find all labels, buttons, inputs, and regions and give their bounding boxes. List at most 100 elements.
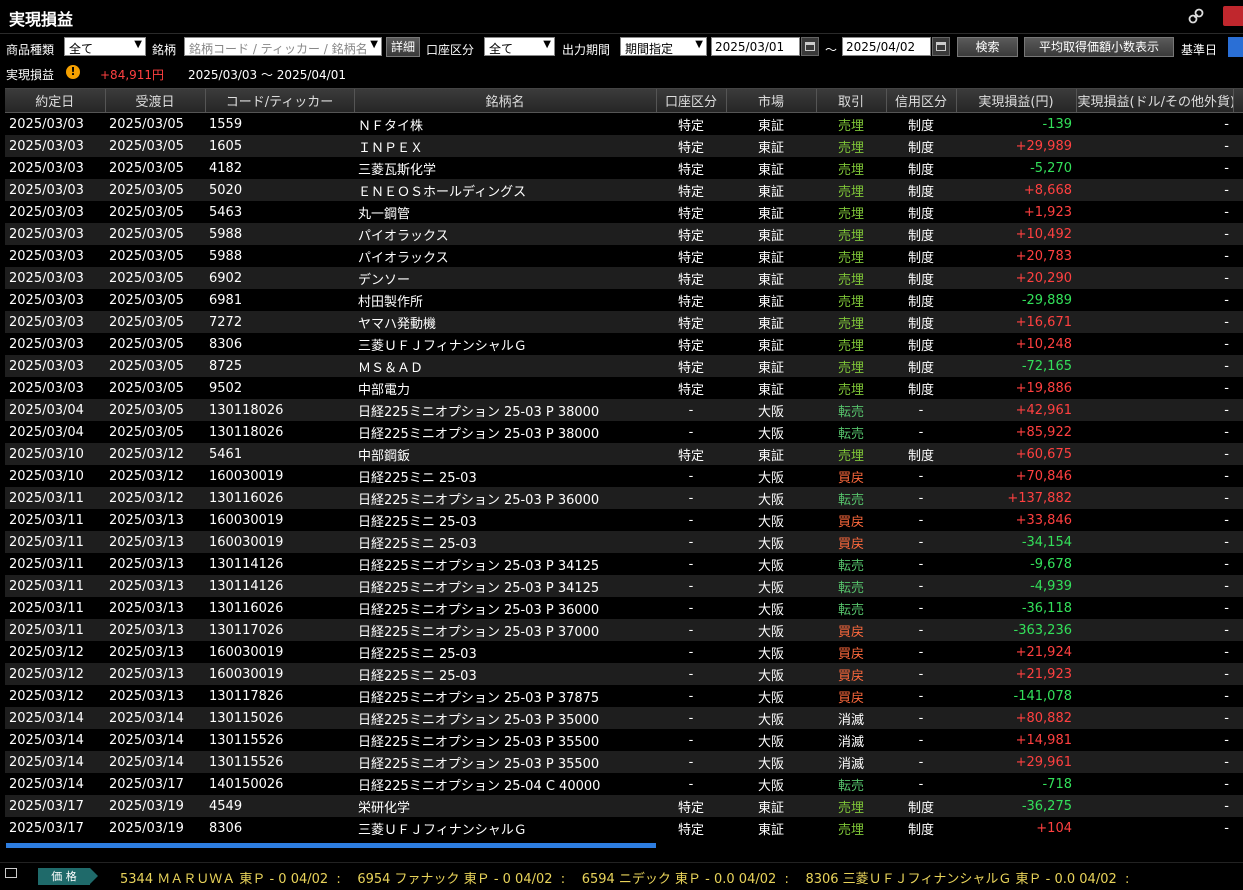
- table-row[interactable]: 2025/03/03 2025/03/05 6981 村田製作所 特定 東証 売埋 制度 -29…: [5, 289, 1243, 311]
- window-icon[interactable]: [5, 868, 17, 878]
- table-row[interactable]: 2025/03/03 2025/03/05 7272 ヤマハ発動機 特定 東証 売埋 制度 +1…: [5, 311, 1243, 333]
- account-type-cell: 特定: [656, 245, 726, 267]
- account-type-cell: -: [656, 531, 726, 553]
- date-from-input[interactable]: 2025/03/01: [711, 37, 800, 56]
- column-header[interactable]: 実現損益(円): [956, 89, 1077, 113]
- column-header[interactable]: 口座区分: [656, 89, 727, 113]
- date-range-tilde: ～: [825, 43, 838, 57]
- table-row[interactable]: 2025/03/12 2025/03/13 160030019 日経225ミニ 25-…: [5, 641, 1243, 663]
- table-row[interactable]: 2025/03/03 2025/03/05 5988 パイオラックス 特定 東証 売埋 制度 +…: [5, 245, 1243, 267]
- detail-button[interactable]: 詳細: [386, 37, 420, 57]
- settle-date-cell: 2025/03/05: [105, 245, 205, 267]
- table-row[interactable]: 2025/03/10 2025/03/12 160030019 日経225ミニ 25-…: [5, 465, 1243, 487]
- trade-type-cell: 消滅: [816, 707, 886, 729]
- table-row[interactable]: 2025/03/11 2025/03/13 160030019 日経225ミニ 25-…: [5, 531, 1243, 553]
- table-row[interactable]: 2025/03/11 2025/03/12 130116026 日経225ミニオプショ…: [5, 487, 1243, 509]
- search-button[interactable]: 検索: [957, 37, 1018, 57]
- period-select[interactable]: 期間指定 ▼: [620, 37, 707, 56]
- column-header[interactable]: 受渡日: [105, 89, 206, 113]
- table-row[interactable]: 2025/03/03 2025/03/05 4182 三菱瓦斯化学 特定 東証 売埋 制度 -5…: [5, 157, 1243, 179]
- horizontal-scrollbar[interactable]: [6, 843, 656, 848]
- realized-pl-fx-cell: -: [1076, 112, 1233, 135]
- table-row[interactable]: 2025/03/11 2025/03/13 160030019 日経225ミニ 25-…: [5, 509, 1243, 531]
- table-row[interactable]: 2025/03/03 2025/03/05 1559 ＮＦタイ株 特定 東証 売埋 制度 -13…: [5, 112, 1243, 135]
- calendar-icon[interactable]: [932, 37, 950, 56]
- warning-icon[interactable]: !: [66, 65, 80, 79]
- unit-cell: [1233, 355, 1243, 377]
- table-row[interactable]: 2025/03/11 2025/03/13 130116026 日経225ミニオプショ…: [5, 597, 1243, 619]
- code-cell: 130116026: [205, 597, 354, 619]
- column-header[interactable]: コード/ティッカー: [205, 89, 355, 113]
- table-row[interactable]: 2025/03/03 2025/03/05 5463 丸一鋼管 特定 東証 売埋 制度 +1,9…: [5, 201, 1243, 223]
- column-header[interactable]: 約定日: [5, 89, 106, 113]
- table-row[interactable]: 2025/03/03 2025/03/05 8306 三菱ＵＦＪフィナンシャルＧ 特定東…: [5, 333, 1243, 355]
- column-header[interactable]: 実現損益(ドル/その他外貨): [1076, 89, 1234, 113]
- table-row[interactable]: 2025/03/14 2025/03/14 130115526 日経225ミニオプショ…: [5, 729, 1243, 751]
- table-row[interactable]: 2025/03/04 2025/03/05 130118026 日経225ミニオプショ…: [5, 399, 1243, 421]
- code-cell: 130118026: [205, 399, 354, 421]
- date-to-input[interactable]: 2025/04/02: [842, 37, 931, 56]
- product-type-select[interactable]: 全て ▼: [64, 37, 146, 56]
- table-row[interactable]: 2025/03/12 2025/03/13 160030019 日経225ミニ 25-…: [5, 663, 1243, 685]
- table-row[interactable]: 2025/03/03 2025/03/05 9502 中部電力 特定 東証 売埋 制度 +19,…: [5, 377, 1243, 399]
- base-date-toggle[interactable]: [1228, 37, 1243, 57]
- unit-cell: [1233, 575, 1243, 597]
- column-header[interactable]: 取引: [816, 89, 887, 113]
- trade-type-cell: 買戻: [816, 465, 886, 487]
- issue-name-cell: パイオラックス: [354, 245, 656, 267]
- issue-name-cell: 三菱ＵＦＪフィナンシャルＧ: [354, 333, 656, 355]
- realized-pl-fx-cell: -: [1076, 333, 1233, 355]
- table-row[interactable]: 2025/03/17 2025/03/19 4549 栄研化学 特定 東証 売埋 制度 -36,…: [5, 795, 1243, 817]
- trade-type-cell: 売埋: [816, 289, 886, 311]
- settle-date-cell: 2025/03/13: [105, 619, 205, 641]
- table-row[interactable]: 2025/03/03 2025/03/05 6902 デンソー 特定 東証 売埋 制度 +20,…: [5, 267, 1243, 289]
- trade-type-cell: 買戻: [816, 685, 886, 707]
- issue-search-input[interactable]: 銘柄コード / ティッカー / 銘柄名 ▼: [184, 37, 382, 56]
- realized-pl-fx-cell: -: [1076, 201, 1233, 223]
- table-row[interactable]: 2025/03/11 2025/03/13 130117026 日経225ミニオプショ…: [5, 619, 1243, 641]
- column-header[interactable]: 信用区分: [886, 89, 957, 113]
- table-row[interactable]: 2025/03/11 2025/03/13 130114126 日経225ミニオプショ…: [5, 553, 1243, 575]
- table-row[interactable]: 2025/03/14 2025/03/17 140150026 日経225ミニオプショ…: [5, 773, 1243, 795]
- column-header[interactable]: 単: [1233, 89, 1243, 113]
- calendar-icon[interactable]: [801, 37, 819, 56]
- table-row[interactable]: 2025/03/11 2025/03/13 130114126 日経225ミニオプショ…: [5, 575, 1243, 597]
- trade-type-cell: 売埋: [816, 157, 886, 179]
- table-row[interactable]: 2025/03/14 2025/03/14 130115526 日経225ミニオプショ…: [5, 751, 1243, 773]
- account-type-cell: 特定: [656, 443, 726, 465]
- credit-type-cell: -: [886, 465, 956, 487]
- close-button[interactable]: [1223, 6, 1243, 26]
- table-row[interactable]: 2025/03/03 2025/03/05 5020 ＥＮＥＯＳホールディングス 特定東…: [5, 179, 1243, 201]
- account-select[interactable]: 全て ▼: [484, 37, 555, 56]
- table-row[interactable]: 2025/03/03 2025/03/05 5988 パイオラックス 特定 東証 売埋 制度 +…: [5, 223, 1243, 245]
- account-type-cell: -: [656, 751, 726, 773]
- account-type-cell: -: [656, 421, 726, 443]
- table-row[interactable]: 2025/03/04 2025/03/05 130118026 日経225ミニオプショ…: [5, 421, 1243, 443]
- column-header[interactable]: 市場: [726, 89, 817, 113]
- unit-cell: [1233, 399, 1243, 421]
- table-row[interactable]: 2025/03/03 2025/03/05 1605 ＩＮＰＥＸ 特定 東証 売埋 制度 +29…: [5, 135, 1243, 157]
- trade-date-cell: 2025/03/12: [5, 663, 105, 685]
- trade-date-cell: 2025/03/11: [5, 575, 105, 597]
- realized-pl-fx-cell: -: [1076, 575, 1233, 597]
- table-row[interactable]: 2025/03/14 2025/03/14 130115026 日経225ミニオプショ…: [5, 707, 1243, 729]
- market-cell: 大阪: [726, 553, 816, 575]
- realized-pl-yen-cell: +10,492: [956, 223, 1076, 245]
- settle-date-cell: 2025/03/05: [105, 377, 205, 399]
- credit-type-cell: -: [886, 751, 956, 773]
- average-price-decimal-button[interactable]: 平均取得価額小数表示: [1024, 37, 1174, 57]
- price-tag: 価 格: [38, 868, 98, 885]
- trade-date-cell: 2025/03/11: [5, 531, 105, 553]
- issue-name-cell: 日経225ミニオプション 25-03 P 35000: [354, 707, 656, 729]
- table-row[interactable]: 2025/03/10 2025/03/12 5461 中部鋼鈑 特定 東証 売埋 制度 +60,…: [5, 443, 1243, 465]
- table-row[interactable]: 2025/03/03 2025/03/05 8725 ＭＳ＆ＡＤ 特定 東証 売埋 制度 -72…: [5, 355, 1243, 377]
- column-header[interactable]: 銘柄名: [354, 89, 657, 113]
- table-row[interactable]: 2025/03/17 2025/03/19 8306 三菱ＵＦＪフィナンシャルＧ 特定東…: [5, 817, 1243, 839]
- settle-date-cell: 2025/03/05: [105, 135, 205, 157]
- unit-cell: [1233, 245, 1243, 267]
- trade-type-cell: 売埋: [816, 201, 886, 223]
- trade-date-cell: 2025/03/03: [5, 355, 105, 377]
- table-row[interactable]: 2025/03/12 2025/03/13 130117826 日経225ミニオプショ…: [5, 685, 1243, 707]
- link-icon[interactable]: [1187, 7, 1205, 25]
- account-type-cell: -: [656, 487, 726, 509]
